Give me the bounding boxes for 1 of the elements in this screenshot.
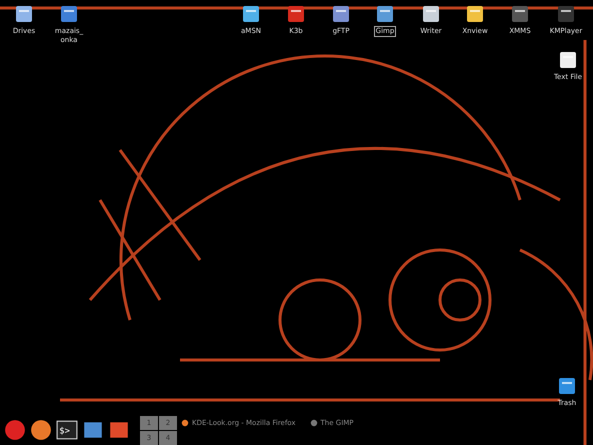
terminal-launcher-icon[interactable]: $>	[56, 419, 78, 441]
